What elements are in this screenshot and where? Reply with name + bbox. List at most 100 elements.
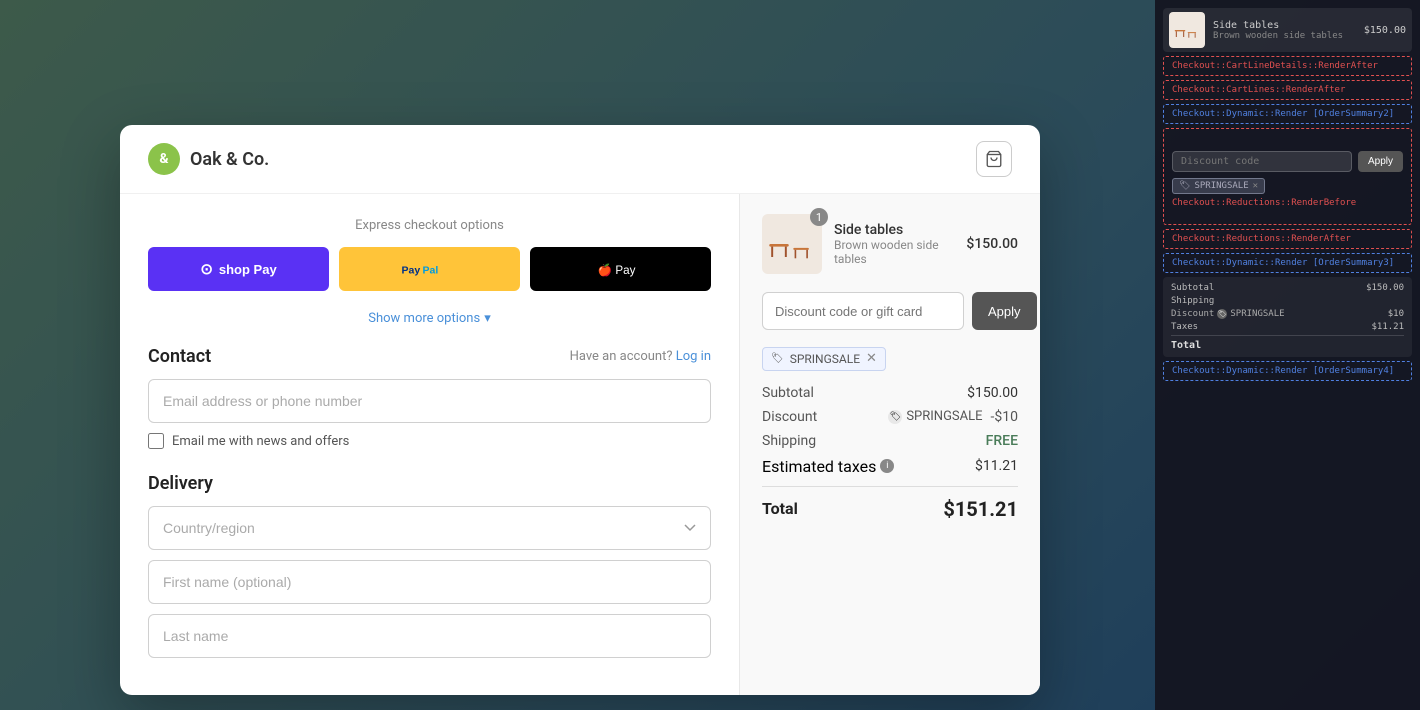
checkout-header: & Oak & Co. (120, 125, 1040, 194)
discount-tag-row: 🏷 SPRINGSALE ✕ (762, 346, 1018, 385)
subtotal-label: Subtotal (762, 385, 814, 401)
apply-discount-button[interactable]: Apply (972, 292, 1037, 330)
dev-discount-value: $10 (1388, 309, 1404, 319)
dev-discount-tag-label: SPRINGSALE (1194, 181, 1248, 191)
right-panel: 1 Side tables Brown wooden side tables $… (740, 194, 1040, 695)
svg-text:Pal: Pal (422, 265, 438, 277)
discount-amount: -$10 (991, 409, 1018, 425)
taxes-line: Estimated taxes i $11.21 (762, 457, 1018, 476)
summary-divider (762, 486, 1018, 487)
dev-subtotal-label: Subtotal (1171, 283, 1214, 293)
subtotal-value: $150.00 (967, 385, 1018, 401)
show-more-label: Show more options (368, 311, 480, 326)
product-row: 1 Side tables Brown wooden side tables $… (762, 214, 1018, 274)
product-quantity-badge: 1 (810, 208, 828, 226)
cart-icon (985, 150, 1003, 168)
discount-tag: 🏷 SPRINGSALE ✕ (762, 347, 886, 371)
last-name-input[interactable] (148, 614, 711, 658)
shoppay-button[interactable]: ⊙ shop Pay (148, 247, 329, 291)
shipping-value: FREE (986, 433, 1018, 449)
taxes-value: $11.21 (975, 458, 1018, 474)
discount-line: Discount 🏷 SPRINGSALE -$10 (762, 409, 1018, 425)
email-input[interactable] (148, 379, 711, 423)
paypal-button[interactable]: Pay Pal (339, 247, 520, 291)
taxes-label-group: Estimated taxes i (762, 457, 894, 476)
paypal-logo: Pay Pal (400, 259, 460, 279)
dev-discount-label: Discount (1171, 309, 1214, 319)
total-label: Total (762, 499, 798, 518)
discount-tag-icon: 🏷 (771, 353, 784, 364)
contact-section: Contact Have an account? Log in Email me… (148, 346, 711, 449)
dev-furniture-svg (1173, 18, 1201, 42)
shipping-line: Shipping FREE (762, 433, 1018, 449)
newsletter-checkbox[interactable] (148, 433, 164, 449)
furniture-svg (766, 223, 818, 265)
login-link[interactable]: Log in (676, 349, 711, 364)
cart-button[interactable] (976, 141, 1012, 177)
product-image-wrapper: 1 (762, 214, 822, 274)
dev-taxes-label: Taxes (1171, 322, 1198, 332)
dev-render-reductions-before: Apply 🏷 SPRINGSALE ✕ Checkout::Reduction… (1163, 128, 1412, 225)
delivery-title: Delivery (148, 473, 711, 494)
applepay-button[interactable]: 🍎 Pay (530, 247, 711, 291)
dev-shipping-label: Shipping (1171, 296, 1214, 306)
dev-discount-code: SPRINGSALE (1230, 309, 1284, 319)
brand-icon: & (148, 143, 180, 175)
dev-subtotal-row: Subtotal $150.00 (1171, 283, 1404, 293)
product-name: Side tables (834, 222, 954, 238)
dev-render-cart-lines-after: Checkout::CartLines::RenderAfter (1163, 80, 1412, 100)
dev-product-info: Side tables Brown wooden side tables (1213, 20, 1356, 41)
product-description: Brown wooden side tables (834, 238, 954, 266)
dev-total-label: Total (1171, 340, 1201, 351)
shoppay-icon: ⊙ (200, 260, 213, 278)
dev-render-dynamic4: Checkout::Dynamic::Render [OrderSummary4… (1163, 361, 1412, 381)
taxes-info-icon[interactable]: i (880, 459, 894, 473)
dev-panel: Side tables Brown wooden side tables $15… (1155, 0, 1420, 710)
dev-shipping-row: Shipping (1171, 296, 1404, 306)
product-price: $150.00 (966, 236, 1018, 252)
taxes-label: Estimated taxes (762, 457, 876, 476)
discount-tag-remove[interactable]: ✕ (866, 352, 877, 365)
dev-product-name: Side tables (1213, 20, 1356, 31)
contact-header: Contact Have an account? Log in (148, 346, 711, 367)
dev-discount-tag-icon: 🏷 (1179, 181, 1190, 191)
dev-taxes-value: $11.21 (1371, 322, 1404, 332)
shoppay-label: shop Pay (219, 262, 277, 277)
checkout-content: Express checkout options ⊙ shop Pay Pay … (120, 194, 1040, 695)
dev-summary-table: Subtotal $150.00 Shipping Discount 🏷 SPR… (1163, 277, 1412, 357)
dev-taxes-row: Taxes $11.21 (1171, 322, 1404, 332)
dev-product-thumbnail (1169, 12, 1205, 48)
brand-name: Oak & Co. (190, 149, 269, 170)
total-line: Total $151.21 (762, 497, 1018, 521)
express-title: Express checkout options (148, 218, 711, 233)
country-select[interactable]: Country/region (148, 506, 711, 550)
dev-discount-label-group: Discount 🏷 SPRINGSALE (1171, 309, 1285, 319)
dev-discount-row: Discount 🏷 SPRINGSALE $10 (1171, 309, 1404, 319)
dev-discount-tag-remove[interactable]: ✕ (1253, 181, 1258, 191)
show-more-section: Show more options ▾ (148, 307, 711, 326)
checkout-modal: & Oak & Co. Express checkout options ⊙ s… (120, 125, 1040, 695)
total-value: $151.21 (943, 497, 1018, 521)
left-panel: Express checkout options ⊙ shop Pay Pay … (120, 194, 740, 695)
dev-apply-button[interactable]: Apply (1358, 151, 1403, 172)
discount-code-label: SPRINGSALE (906, 409, 982, 424)
dev-total-row: Total (1171, 335, 1404, 351)
svg-text:Pay: Pay (401, 265, 420, 277)
svg-text:🍎 Pay: 🍎 Pay (597, 263, 635, 277)
express-buttons: ⊙ shop Pay Pay Pal 🍎 Pay (148, 247, 711, 291)
dev-discount-tag: 🏷 SPRINGSALE ✕ (1172, 178, 1265, 194)
dev-render-reductions-before-label: Checkout::Reductions::RenderBefore (1172, 198, 1356, 208)
dev-product-row: Side tables Brown wooden side tables $15… (1163, 8, 1412, 52)
discount-input[interactable] (762, 292, 964, 330)
discount-value-group: 🏷 SPRINGSALE -$10 (888, 409, 1018, 425)
login-prompt: Have an account? Log in (570, 349, 711, 364)
show-more-link[interactable]: Show more options ▾ (368, 311, 490, 326)
product-info: Side tables Brown wooden side tables (834, 222, 954, 266)
newsletter-label: Email me with news and offers (172, 434, 349, 449)
discount-row: Apply (762, 292, 1018, 330)
dev-discount-input[interactable] (1172, 151, 1352, 172)
contact-title: Contact (148, 346, 211, 367)
subtotal-line: Subtotal $150.00 (762, 385, 1018, 401)
dev-render-reductions-after: Checkout::Reductions::RenderAfter (1163, 229, 1412, 249)
first-name-input[interactable] (148, 560, 711, 604)
